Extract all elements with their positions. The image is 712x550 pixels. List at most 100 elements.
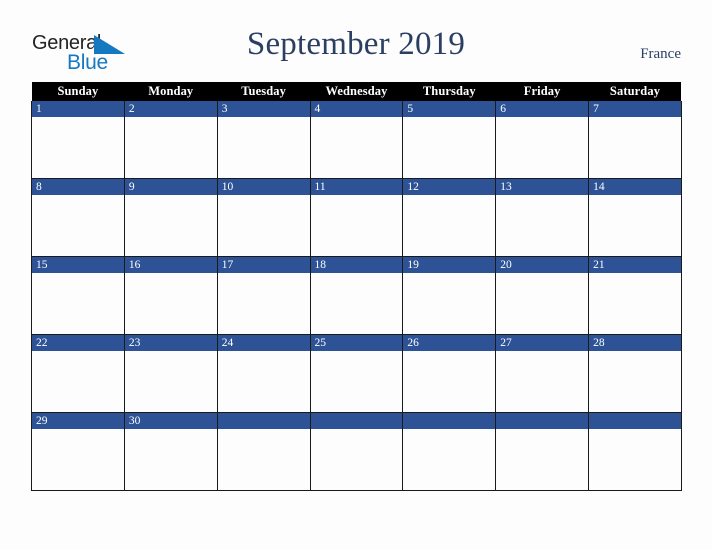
day-cell[interactable] <box>588 412 682 491</box>
day-events-area[interactable] <box>403 429 496 490</box>
day-events-area[interactable] <box>310 429 403 490</box>
calendar-week-row: 15 16 17 18 19 20 21 <box>31 256 682 335</box>
day-events-area[interactable] <box>310 351 403 412</box>
day-cell[interactable]: 25 <box>309 334 404 413</box>
day-number: 5 <box>403 101 496 117</box>
day-cell[interactable] <box>402 412 497 491</box>
day-cell[interactable]: 23 <box>123 334 218 413</box>
day-cell[interactable]: 30 <box>123 412 218 491</box>
day-events-area[interactable] <box>310 273 403 334</box>
day-cell[interactable]: 11 <box>309 178 404 257</box>
day-number: 7 <box>589 101 681 117</box>
weekday-header-thursday: Thursday <box>402 82 496 101</box>
day-cell[interactable]: 20 <box>495 256 590 335</box>
day-events-area[interactable] <box>589 117 681 178</box>
day-cell[interactable]: 14 <box>588 178 682 257</box>
day-cell[interactable]: 10 <box>216 178 311 257</box>
day-number <box>496 413 589 429</box>
region-label: France <box>640 46 681 62</box>
calendar-week-row: 22 23 24 25 26 27 28 <box>31 334 682 413</box>
day-events-area[interactable] <box>496 117 589 178</box>
day-cell[interactable]: 22 <box>31 334 125 413</box>
day-events-area[interactable] <box>124 117 217 178</box>
day-cell[interactable]: 27 <box>495 334 590 413</box>
day-events-area[interactable] <box>124 195 217 256</box>
day-cell[interactable]: 28 <box>588 334 682 413</box>
day-cell[interactable]: 19 <box>402 256 497 335</box>
day-number: 25 <box>310 335 403 351</box>
day-events-area[interactable] <box>496 351 589 412</box>
day-cell[interactable]: 21 <box>588 256 682 335</box>
day-cell[interactable]: 29 <box>31 412 125 491</box>
day-cell[interactable]: 3 <box>216 101 311 179</box>
day-events-area[interactable] <box>589 195 681 256</box>
day-cell[interactable]: 13 <box>495 178 590 257</box>
day-number: 29 <box>32 413 124 429</box>
day-number: 23 <box>124 335 217 351</box>
day-cell[interactable]: 2 <box>123 101 218 179</box>
day-number: 6 <box>496 101 589 117</box>
day-cell[interactable]: 7 <box>588 101 682 179</box>
day-cell[interactable]: 9 <box>123 178 218 257</box>
day-events-area[interactable] <box>589 429 681 490</box>
day-events-area[interactable] <box>496 195 589 256</box>
day-events-area[interactable] <box>589 351 681 412</box>
day-number: 14 <box>589 179 681 195</box>
day-events-area[interactable] <box>32 351 124 412</box>
day-events-area[interactable] <box>589 273 681 334</box>
day-cell[interactable] <box>309 412 404 491</box>
day-number: 16 <box>124 257 217 273</box>
day-cell[interactable]: 5 <box>402 101 497 179</box>
day-cell[interactable] <box>495 412 590 491</box>
day-cell[interactable]: 6 <box>495 101 590 179</box>
day-events-area[interactable] <box>403 117 496 178</box>
day-number: 26 <box>403 335 496 351</box>
day-number: 22 <box>32 335 124 351</box>
day-events-area[interactable] <box>217 351 310 412</box>
day-cell[interactable]: 17 <box>216 256 311 335</box>
weekday-header-row: Sunday Monday Tuesday Wednesday Thursday… <box>31 82 682 101</box>
day-events-area[interactable] <box>217 273 310 334</box>
day-events-area[interactable] <box>403 273 496 334</box>
day-events-area[interactable] <box>124 273 217 334</box>
day-number: 12 <box>403 179 496 195</box>
weekday-header-tuesday: Tuesday <box>217 82 311 101</box>
calendar-week-row: 1 2 3 4 5 6 7 <box>31 101 682 179</box>
day-number <box>310 413 403 429</box>
day-number: 11 <box>310 179 403 195</box>
day-events-area[interactable] <box>403 195 496 256</box>
day-number: 10 <box>217 179 310 195</box>
day-cell[interactable]: 26 <box>402 334 497 413</box>
day-cell[interactable]: 16 <box>123 256 218 335</box>
day-number: 21 <box>589 257 681 273</box>
weekday-header-saturday: Saturday <box>588 82 682 101</box>
day-number <box>589 413 681 429</box>
day-events-area[interactable] <box>496 273 589 334</box>
day-events-area[interactable] <box>217 429 310 490</box>
day-events-area[interactable] <box>124 429 217 490</box>
day-events-area[interactable] <box>32 273 124 334</box>
day-cell[interactable]: 12 <box>402 178 497 257</box>
day-cell[interactable]: 24 <box>216 334 311 413</box>
day-cell[interactable]: 8 <box>31 178 125 257</box>
day-cell[interactable]: 4 <box>309 101 404 179</box>
day-events-area[interactable] <box>32 195 124 256</box>
day-cell[interactable]: 1 <box>31 101 125 179</box>
day-number: 17 <box>217 257 310 273</box>
weekday-header-friday: Friday <box>495 82 589 101</box>
day-events-area[interactable] <box>310 195 403 256</box>
day-events-area[interactable] <box>124 351 217 412</box>
weekday-header-monday: Monday <box>124 82 218 101</box>
day-cell[interactable]: 15 <box>31 256 125 335</box>
day-events-area[interactable] <box>403 351 496 412</box>
day-number: 24 <box>217 335 310 351</box>
day-events-area[interactable] <box>217 117 310 178</box>
day-cell[interactable]: 18 <box>309 256 404 335</box>
day-events-area[interactable] <box>217 195 310 256</box>
day-events-area[interactable] <box>496 429 589 490</box>
day-cell[interactable] <box>216 412 311 491</box>
calendar-weeks: 1 2 3 4 5 6 7 8 9 10 11 12 13 14 15 16 1… <box>31 101 682 491</box>
day-events-area[interactable] <box>32 117 124 178</box>
day-events-area[interactable] <box>310 117 403 178</box>
day-events-area[interactable] <box>32 429 124 490</box>
